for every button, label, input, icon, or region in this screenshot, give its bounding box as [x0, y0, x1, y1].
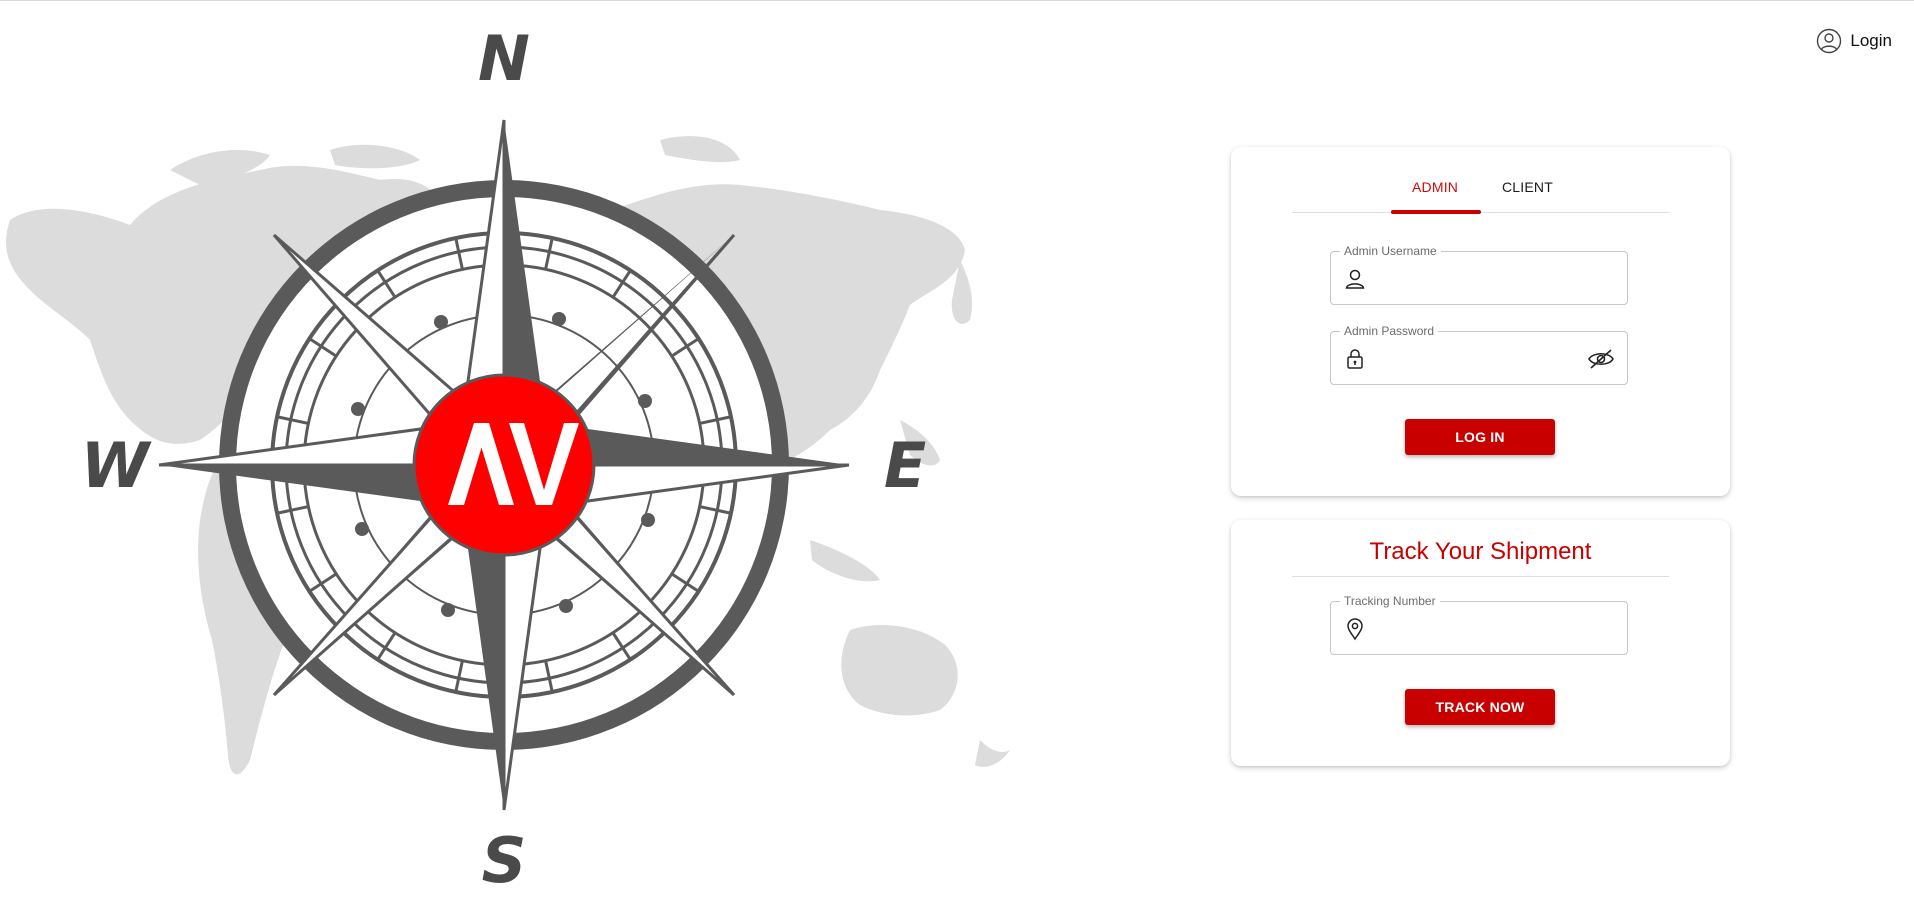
- eye-off-icon[interactable]: [1587, 348, 1615, 370]
- user-circle-icon: [1816, 28, 1842, 54]
- tracking-number-label: Tracking Number: [1340, 594, 1440, 608]
- login-tabs: ADMIN CLIENT: [1292, 147, 1669, 214]
- lock-icon: [1343, 347, 1367, 371]
- login-card: ADMIN CLIENT Admin Username Admin Passwo…: [1231, 147, 1730, 496]
- compass-south-label: S: [482, 824, 527, 890]
- location-pin-icon: [1343, 617, 1367, 641]
- track-now-button[interactable]: TRACK NOW: [1405, 689, 1555, 725]
- tab-client[interactable]: CLIENT: [1502, 179, 1553, 195]
- admin-password-label: Admin Password: [1340, 324, 1439, 338]
- header-login-link[interactable]: Login: [1816, 28, 1892, 54]
- login-button[interactable]: LOG IN: [1405, 419, 1555, 455]
- compass-east-label: E: [884, 429, 926, 502]
- admin-username-label: Admin Username: [1340, 244, 1441, 258]
- compass-north-label: N: [478, 22, 530, 95]
- admin-username-input[interactable]: [1375, 266, 1579, 294]
- tracking-number-field[interactable]: Tracking Number: [1330, 594, 1628, 655]
- track-shipment-card: Track Your Shipment Tracking Number TRAC…: [1231, 520, 1730, 766]
- track-title: Track Your Shipment: [1369, 538, 1592, 565]
- tracking-number-input[interactable]: [1375, 616, 1579, 644]
- header-login-label: Login: [1850, 31, 1892, 50]
- user-icon: [1343, 267, 1367, 291]
- compass-west-label: W: [81, 429, 152, 502]
- admin-password-field[interactable]: Admin Password: [1330, 324, 1628, 385]
- top-divider: [0, 0, 1914, 1]
- active-tab-indicator: [1391, 210, 1481, 214]
- compass-world-map-illustration: N S W E: [0, 20, 1040, 897]
- av-logo: [412, 373, 596, 557]
- admin-password-input[interactable]: [1375, 346, 1579, 374]
- admin-username-field[interactable]: Admin Username: [1330, 244, 1628, 305]
- track-title-bar: Track Your Shipment: [1292, 520, 1669, 577]
- tab-admin[interactable]: ADMIN: [1412, 179, 1458, 195]
